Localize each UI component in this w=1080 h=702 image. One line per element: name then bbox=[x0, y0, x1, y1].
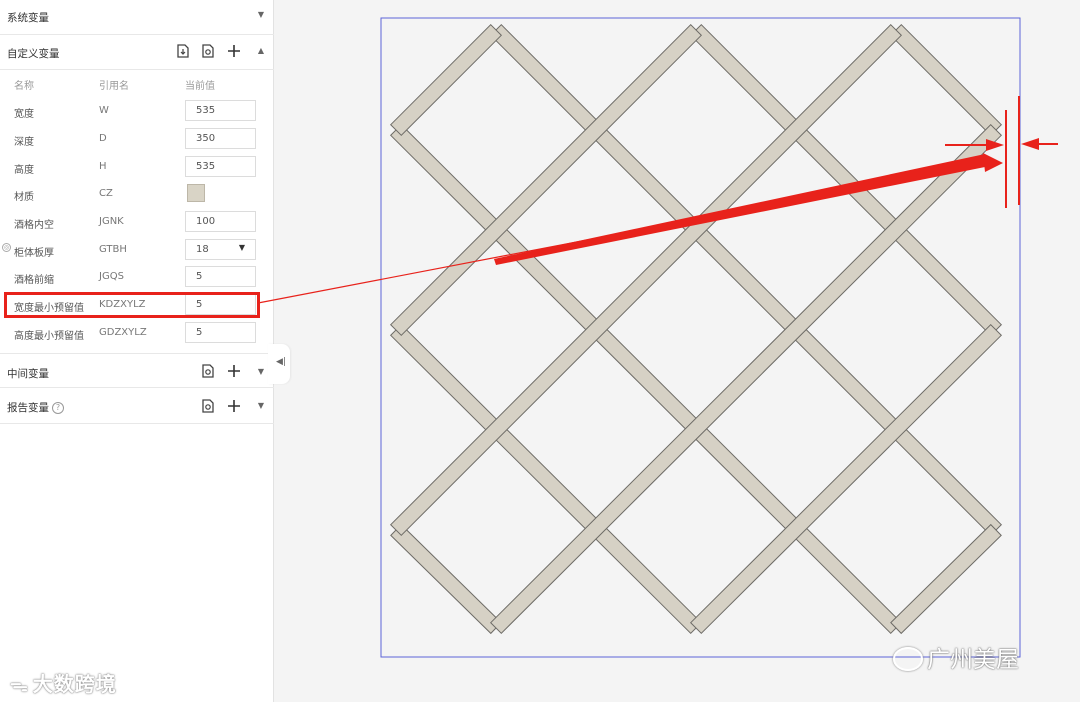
cabinet-bounding-frame bbox=[380, 17, 1021, 658]
watermark-left-text: 大数跨境 bbox=[32, 672, 117, 696]
wechat-logo-icon bbox=[893, 647, 923, 671]
lattice-slat-up bbox=[489, 123, 1003, 635]
wine-rack-lattice bbox=[389, 23, 1003, 635]
lattice-slat-down bbox=[489, 23, 1003, 537]
lattice-slat-up bbox=[890, 523, 1002, 635]
watermark-right: 广州美屋 bbox=[893, 640, 1019, 674]
callout-arrowhead bbox=[983, 153, 1003, 172]
design-canvas[interactable] bbox=[0, 0, 1080, 702]
watermark-right-text: 广州美屋 bbox=[927, 647, 1019, 673]
weibo-logo-icon: ᯓ bbox=[10, 675, 29, 696]
lattice-slat-up bbox=[389, 23, 903, 537]
lattice-slat-down bbox=[389, 123, 903, 635]
lattice-slat-down bbox=[889, 23, 1003, 137]
watermark-left: ᯓ 大数跨境 bbox=[10, 668, 117, 697]
dimension-arrowhead-right bbox=[1021, 138, 1039, 150]
lattice-slat-up bbox=[389, 23, 503, 137]
lattice-slat-down bbox=[390, 523, 502, 635]
